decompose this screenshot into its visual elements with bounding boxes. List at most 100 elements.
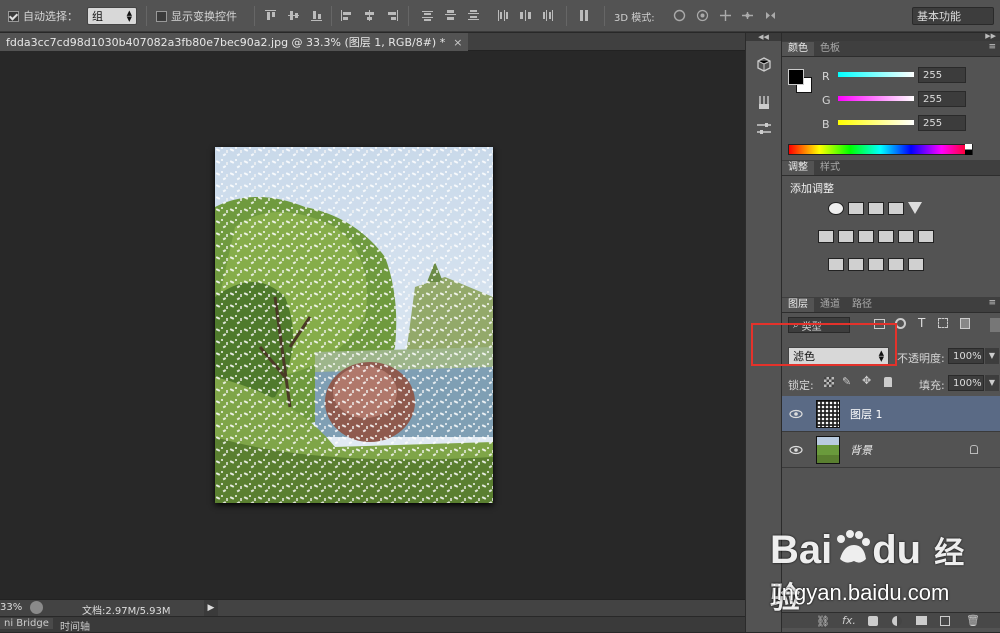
tab-timeline[interactable]: 时间轴 bbox=[56, 618, 94, 633]
gradient-map-icon[interactable] bbox=[908, 258, 924, 271]
levels-icon[interactable] bbox=[848, 202, 864, 215]
link-layers-icon[interactable]: ⛓ bbox=[816, 615, 830, 628]
fill-arrow-icon[interactable]: ▼ bbox=[985, 375, 999, 391]
channel-r-slider[interactable] bbox=[838, 72, 914, 77]
align-top-icon[interactable] bbox=[264, 9, 277, 22]
layer-name[interactable]: 图层 1 bbox=[850, 406, 883, 422]
add-mask-icon[interactable] bbox=[868, 616, 878, 626]
align-left-icon[interactable] bbox=[340, 9, 353, 22]
fill-value[interactable]: 100% bbox=[948, 375, 984, 391]
exposure-icon[interactable] bbox=[888, 202, 904, 215]
filter-type-icon[interactable]: T bbox=[918, 316, 925, 330]
channel-b-slider[interactable] bbox=[838, 120, 914, 125]
hue-saturation-icon[interactable] bbox=[818, 230, 834, 243]
play-arrow-icon[interactable]: ▶ bbox=[204, 600, 218, 616]
document-tab[interactable]: fdda3cc7cd98d1030b407082a3fb80e7bec90a2.… bbox=[0, 33, 469, 51]
roll-3d-icon[interactable] bbox=[696, 9, 709, 22]
distribute-top-icon[interactable] bbox=[421, 9, 434, 22]
distribute-right-icon[interactable] bbox=[542, 9, 555, 22]
auto-align-icon[interactable] bbox=[578, 9, 591, 22]
adjust-panel-header: 调整 样式 bbox=[782, 160, 1000, 176]
layer-row-layer1[interactable]: 图层 1 bbox=[782, 396, 1000, 432]
collapse-arrows-icon[interactable]: ◀◀ bbox=[746, 33, 781, 41]
doc-info[interactable]: 文档:2.97M/5.93M bbox=[82, 602, 171, 617]
new-adjustment-icon[interactable] bbox=[892, 616, 902, 626]
invert-icon[interactable] bbox=[828, 258, 844, 271]
filter-toggle-icon[interactable] bbox=[990, 318, 1000, 332]
black-white-icon[interactable] bbox=[858, 230, 874, 243]
channel-g-value[interactable]: 255 bbox=[918, 91, 966, 107]
channel-b-value[interactable]: 255 bbox=[918, 115, 966, 131]
color-spectrum-bar[interactable] bbox=[788, 144, 973, 155]
share-icon[interactable] bbox=[30, 601, 43, 614]
distribute-vcenter-icon[interactable] bbox=[444, 9, 457, 22]
distribute-left-icon[interactable] bbox=[496, 9, 509, 22]
color-lookup-icon[interactable] bbox=[918, 230, 934, 243]
tab-channels[interactable]: 通道 bbox=[814, 298, 846, 312]
workspace-dropdown[interactable]: 基本功能 bbox=[912, 7, 994, 25]
lock-pixels-icon[interactable]: ✎ bbox=[842, 375, 851, 388]
new-layer-icon[interactable] bbox=[940, 616, 950, 626]
document-image[interactable] bbox=[215, 147, 493, 503]
visibility-eye-icon[interactable] bbox=[788, 406, 804, 422]
brightness-contrast-icon[interactable] bbox=[828, 202, 844, 215]
lock-all-icon[interactable] bbox=[884, 377, 892, 387]
channel-g-slider[interactable] bbox=[838, 96, 914, 101]
fill-label: 填充: bbox=[919, 379, 945, 392]
auto-select-dropdown[interactable]: 组 ▲ ▼ bbox=[87, 7, 137, 25]
visibility-eye-icon[interactable] bbox=[788, 442, 804, 458]
tab-layers[interactable]: 图层 bbox=[782, 298, 814, 312]
panel-menu-icon[interactable]: ≡ bbox=[988, 42, 996, 52]
auto-select-checkbox[interactable]: 自动选择： bbox=[8, 0, 78, 32]
tab-mini-bridge[interactable]: ni Bridge bbox=[0, 618, 53, 629]
rotate-3d-icon[interactable] bbox=[673, 9, 686, 22]
adjust-panel-title: 添加调整 bbox=[790, 182, 834, 195]
tab-color[interactable]: 颜色 bbox=[782, 42, 814, 56]
tab-styles[interactable]: 样式 bbox=[814, 161, 846, 175]
show-transform-checkbox[interactable]: 显示变换控件 bbox=[156, 0, 237, 32]
align-hcenter-icon[interactable] bbox=[363, 9, 376, 22]
opacity-arrow-icon[interactable]: ▼ bbox=[985, 348, 999, 364]
properties-icon[interactable] bbox=[756, 121, 772, 137]
align-right-icon[interactable] bbox=[386, 9, 399, 22]
filter-smart-object-icon[interactable] bbox=[960, 318, 970, 329]
close-icon[interactable]: × bbox=[453, 36, 462, 49]
lock-position-icon[interactable]: ✥ bbox=[862, 374, 871, 387]
lock-transparent-icon[interactable] bbox=[824, 377, 834, 387]
new-group-icon[interactable] bbox=[916, 616, 927, 625]
tab-adjustments[interactable]: 调整 bbox=[782, 161, 814, 175]
scale-3d-icon[interactable] bbox=[764, 9, 777, 22]
curves-icon[interactable] bbox=[868, 202, 884, 215]
fx-button[interactable]: fx. bbox=[842, 614, 856, 627]
delete-layer-icon[interactable]: 🗑 bbox=[966, 614, 980, 627]
foreground-color-swatch[interactable] bbox=[788, 69, 804, 85]
photo-filter-icon[interactable] bbox=[878, 230, 894, 243]
zoom-level[interactable]: 33% bbox=[0, 602, 22, 613]
vibrance-icon[interactable] bbox=[908, 202, 922, 214]
align-bottom-icon[interactable] bbox=[310, 9, 323, 22]
tab-paths[interactable]: 路径 bbox=[846, 298, 878, 312]
distribute-bottom-icon[interactable] bbox=[467, 9, 480, 22]
black-white-swatch[interactable] bbox=[965, 144, 972, 155]
opacity-value[interactable]: 100% bbox=[948, 348, 984, 364]
layer-row-background[interactable]: 背景 bbox=[782, 432, 1000, 468]
distribute-hcenter-icon[interactable] bbox=[519, 9, 532, 22]
brush-presets-icon[interactable] bbox=[756, 95, 772, 111]
filter-shape-icon[interactable] bbox=[938, 318, 948, 328]
layers-menu-icon[interactable]: ≡ bbox=[988, 298, 996, 308]
canvas-area[interactable] bbox=[0, 51, 745, 599]
pan-3d-icon[interactable] bbox=[719, 9, 732, 22]
posterize-icon[interactable] bbox=[848, 258, 864, 271]
align-vcenter-icon[interactable] bbox=[287, 9, 300, 22]
tab-swatches[interactable]: 色板 bbox=[814, 42, 846, 56]
selective-color-icon[interactable] bbox=[888, 258, 904, 271]
checkbox-unchecked-icon bbox=[156, 10, 167, 22]
threshold-icon[interactable] bbox=[868, 258, 884, 271]
layer-name[interactable]: 背景 bbox=[850, 442, 872, 458]
slide-3d-icon[interactable] bbox=[741, 9, 754, 22]
expand-arrows-icon[interactable]: ▶▶ bbox=[985, 32, 996, 40]
color-balance-icon[interactable] bbox=[838, 230, 854, 243]
3d-cube-icon[interactable] bbox=[756, 57, 772, 73]
channel-r-value[interactable]: 255 bbox=[918, 67, 966, 83]
channel-mixer-icon[interactable] bbox=[898, 230, 914, 243]
